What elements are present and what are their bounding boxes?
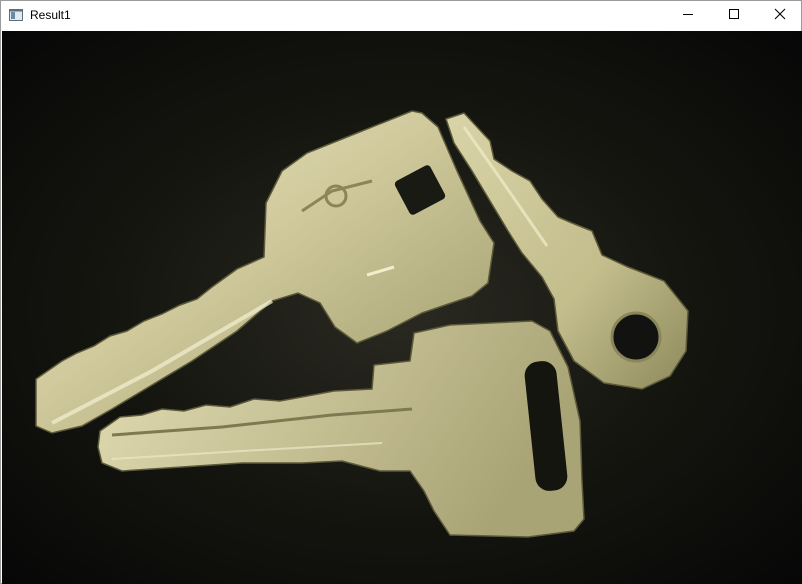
three-keys-photo — [2, 31, 802, 584]
maximize-icon — [728, 7, 740, 25]
close-button[interactable] — [757, 1, 802, 30]
close-icon — [774, 7, 786, 25]
minimize-button[interactable] — [665, 1, 711, 30]
image-canvas — [2, 31, 802, 584]
window-title: Result1 — [30, 8, 71, 22]
app-window: Result1 — [0, 0, 802, 584]
minimize-icon — [682, 7, 694, 25]
window-app-icon — [9, 8, 23, 21]
maximize-button[interactable] — [711, 1, 757, 30]
title-bar[interactable]: Result1 — [1, 1, 801, 30]
